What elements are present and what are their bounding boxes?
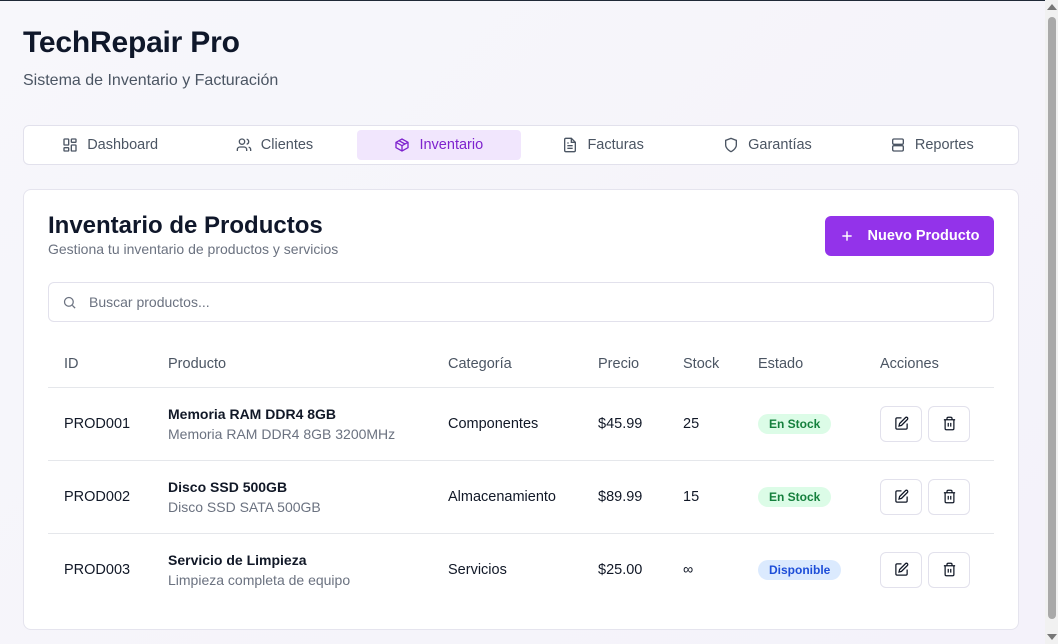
product-description: Limpieza completa de equipo [168, 571, 351, 588]
product-description: Memoria RAM DDR4 8GB 3200MHz [168, 425, 396, 442]
status-badge: En Stock [758, 413, 832, 434]
trash-icon [943, 562, 955, 577]
table-row: PROD003 Servicio de Limpieza Limpieza co… [48, 533, 994, 606]
product-price: $25.00 [598, 561, 643, 578]
product-description: Disco SSD SATA 500GB [168, 498, 321, 515]
tab-label: Inventario [419, 137, 484, 153]
document-icon [564, 137, 577, 153]
header-producto: Producto [168, 342, 448, 388]
status-cell: Disponible [758, 533, 880, 606]
delete-button[interactable] [928, 405, 970, 442]
table-row: PROD002 Disco SSD 500GB Disco SSD SATA 5… [48, 460, 994, 534]
product-id: PROD002 [48, 460, 168, 534]
product-cell: Disco SSD 500GB Disco SSD SATA 500GB [168, 460, 448, 534]
status-cell: En Stock [758, 460, 880, 534]
product-price: $45.99 [598, 387, 683, 461]
search-icon [63, 296, 76, 309]
tab-label: Dashboard [87, 137, 159, 153]
header-id: ID [48, 342, 168, 388]
scroll-down-arrow-icon[interactable] [1047, 634, 1057, 640]
product-id: PROD001 [48, 387, 168, 461]
package-icon [395, 138, 410, 152]
header-estado: Estado [758, 342, 880, 388]
edit-icon [894, 416, 908, 430]
product-name: Disco SSD 500GB [168, 478, 288, 495]
plus-icon [841, 231, 852, 241]
product-cell: Memoria RAM DDR4 8GB Memoria RAM DDR4 8G… [168, 387, 448, 461]
grid-icon [63, 138, 77, 152]
delete-button[interactable] [928, 551, 970, 588]
actions-cell [880, 387, 994, 461]
product-category: Servicios [448, 561, 507, 578]
actions-cell [880, 533, 994, 606]
edit-button[interactable] [880, 405, 922, 442]
product-price: $89.99 [598, 460, 683, 534]
tab-label: Reportes [914, 137, 974, 153]
product-stock: ∞ [683, 561, 694, 578]
header-stock: Stock [683, 342, 758, 388]
main-tabs: Dashboard Clientes Inventario Facturas G… [23, 125, 1019, 165]
header-precio: Precio [598, 342, 683, 388]
product-category: Almacenamiento [448, 460, 598, 534]
edit-icon [894, 562, 908, 576]
server-icon [891, 138, 904, 152]
tab-inventario[interactable]: Inventario [356, 130, 521, 160]
tab-clientes[interactable]: Clientes [192, 130, 356, 160]
products-table: ID Producto Categoría Precio Stock Estad… [48, 342, 994, 606]
shield-icon [725, 137, 738, 153]
edit-button[interactable] [880, 478, 922, 515]
search-input[interactable] [89, 294, 969, 310]
header-acciones: Acciones [880, 342, 994, 388]
product-stock: 15 [683, 460, 758, 534]
product-id: PROD003 [64, 561, 131, 578]
trash-icon [943, 416, 955, 431]
tab-dashboard[interactable]: Dashboard [28, 130, 192, 160]
inventory-title: Inventario de Productos [48, 212, 323, 239]
vertical-scrollbar[interactable] [1045, 0, 1058, 644]
status-cell: En Stock [758, 387, 880, 461]
users-icon [236, 138, 252, 151]
app-title: TechRepair Pro [23, 26, 240, 59]
table-row: PROD001 Memoria RAM DDR4 8GB Memoria RAM… [48, 387, 994, 461]
new-product-button[interactable]: Nuevo Producto [825, 216, 994, 256]
window-top-border [0, 0, 1058, 1]
tab-facturas[interactable]: Facturas [521, 130, 685, 160]
tab-label: Clientes [260, 137, 314, 153]
delete-button[interactable] [928, 478, 970, 515]
edit-button[interactable] [880, 551, 922, 588]
product-stock: 25 [683, 387, 758, 461]
status-badge: Disponible [758, 559, 842, 580]
product-name: Servicio de Limpieza [168, 551, 307, 568]
scrollbar-thumb[interactable] [1048, 17, 1056, 619]
trash-icon [943, 489, 955, 504]
new-product-label: Nuevo Producto [867, 228, 980, 244]
inventory-subtitle: Gestiona tu inventario de productos y se… [48, 241, 339, 257]
search-box [48, 282, 994, 322]
product-cell: Servicio de Limpieza Limpieza completa d… [168, 533, 448, 606]
edit-icon [894, 489, 908, 503]
product-name: Memoria RAM DDR4 8GB [168, 405, 337, 422]
status-badge: En Stock [758, 486, 832, 507]
tab-reportes[interactable]: Reportes [850, 130, 1014, 160]
header-categoria: Categoría [448, 342, 598, 388]
tab-label: Facturas [587, 137, 644, 153]
table-header-row: ID Producto Categoría Precio Stock Estad… [48, 342, 994, 388]
inventory-card: Inventario de Productos Gestiona tu inve… [23, 189, 1019, 630]
app-subtitle: Sistema de Inventario y Facturación [23, 72, 279, 89]
scroll-up-arrow-icon[interactable] [1047, 4, 1057, 10]
actions-cell [880, 460, 994, 534]
product-category: Componentes [448, 387, 598, 461]
tab-label: Garantías [748, 137, 812, 153]
tab-garantias[interactable]: Garantías [685, 130, 849, 160]
